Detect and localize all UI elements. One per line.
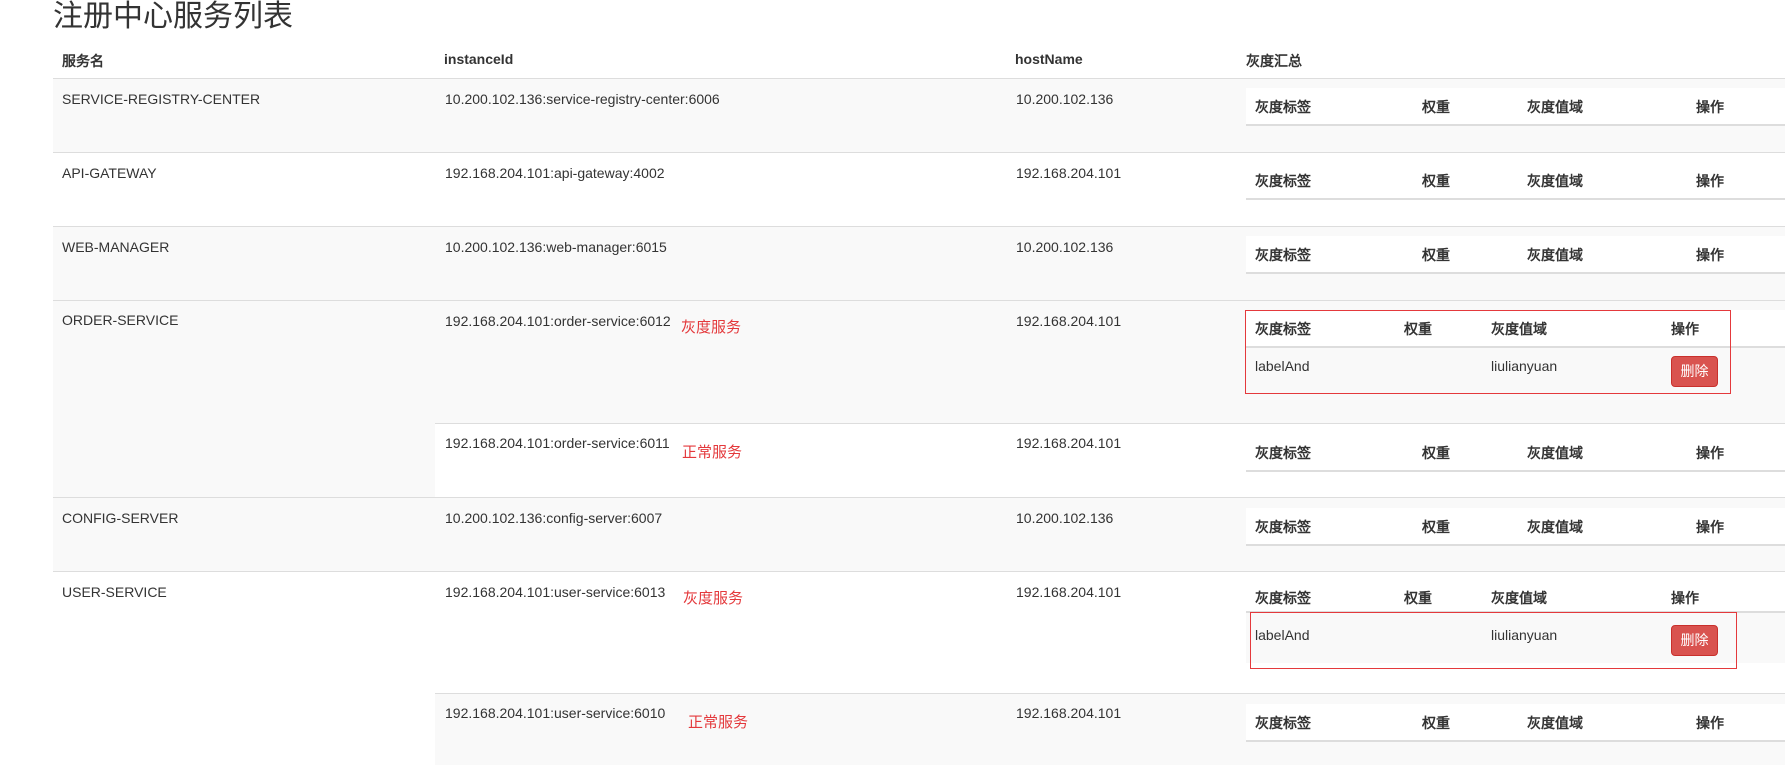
instance-id: 10.200.102.136:service-registry-center:6… (445, 91, 720, 107)
gray-table: 灰度标签 权重 灰度值域 操作 (1246, 236, 1785, 274)
gray-header-action: 操作 (1696, 715, 1724, 731)
host-name: 192.168.204.101 (1016, 165, 1122, 181)
gray-header-weight: 权重 (1422, 519, 1450, 535)
header-service-name: 服务名 (62, 53, 104, 69)
gray-header-range: 灰度值域 (1527, 715, 1583, 731)
gray-header-range: 灰度值域 (1527, 445, 1583, 461)
gray-header-weight: 权重 (1422, 99, 1450, 115)
service-name: USER-SERVICE (62, 584, 167, 600)
header-gray-summary: 灰度汇总 (1246, 53, 1302, 69)
gray-header-label: 灰度标签 (1255, 99, 1311, 115)
highlight-box (1250, 612, 1737, 669)
gray-header-label: 灰度标签 (1255, 247, 1311, 263)
service-name: SERVICE-REGISTRY-CENTER (62, 91, 261, 107)
gray-header-action: 操作 (1696, 519, 1724, 535)
instance-id: 192.168.204.101:user-service:6013 (445, 584, 666, 600)
gray-header-weight: 权重 (1422, 247, 1450, 263)
gray-header-range: 灰度值域 (1527, 247, 1583, 263)
instance-id: 192.168.204.101:order-service:6012 (445, 313, 671, 329)
normal-service-note: 正常服务 (682, 444, 743, 461)
instance-id: 192.168.204.101:order-service:6011 (445, 435, 670, 451)
gray-header-action: 操作 (1696, 445, 1724, 461)
gray-table: 灰度标签 权重 灰度值域 操作 (1246, 508, 1785, 546)
gray-header-action: 操作 (1696, 247, 1724, 263)
gray-header-weight: 权重 (1422, 445, 1450, 461)
gray-header-label: 灰度标签 (1255, 173, 1311, 189)
gray-header-action: 操作 (1671, 590, 1699, 606)
page-title: 注册中心服务列表 (53, 0, 293, 33)
service-name: WEB-MANAGER (62, 239, 170, 255)
host-name: 192.168.204.101 (1016, 313, 1122, 329)
gray-header-range: 灰度值域 (1527, 519, 1583, 535)
highlight-box (1245, 310, 1731, 394)
gray-header-label: 灰度标签 (1255, 445, 1311, 461)
table-header: 服务名 instanceId hostName 灰度汇总 (53, 47, 1785, 80)
service-name: CONFIG-SERVER (62, 510, 179, 526)
normal-service-note: 正常服务 (688, 714, 749, 731)
instance-id: 10.200.102.136:web-manager:6015 (445, 239, 667, 255)
gray-header-range: 灰度值域 (1527, 173, 1583, 189)
instance-id: 192.168.204.101:user-service:6010 (445, 705, 666, 721)
gray-header-action: 操作 (1696, 173, 1724, 189)
row-divider (435, 423, 1785, 424)
service-name: API-GATEWAY (62, 165, 157, 181)
gray-table: 灰度标签 权重 灰度值域 操作 (1246, 581, 1785, 613)
gray-header-label: 灰度标签 (1255, 590, 1311, 606)
gray-table: 灰度标签 权重 灰度值域 操作 (1246, 434, 1785, 472)
host-name: 10.200.102.136 (1016, 510, 1114, 526)
gray-header-range: 灰度值域 (1527, 99, 1583, 115)
gray-table: 灰度标签 权重 灰度值域 操作 (1246, 88, 1785, 126)
gray-table: 灰度标签 权重 灰度值域 操作 (1246, 162, 1785, 200)
gray-header-weight: 权重 (1404, 590, 1432, 606)
host-name: 192.168.204.101 (1016, 584, 1122, 600)
header-instance-id: instanceId (444, 51, 514, 67)
instance-id: 10.200.102.136:config-server:6007 (445, 510, 663, 526)
host-name: 192.168.204.101 (1016, 435, 1122, 451)
gray-service-note: 灰度服务 (681, 319, 742, 336)
gray-header-label: 灰度标签 (1255, 715, 1311, 731)
gray-header-weight: 权重 (1422, 715, 1450, 731)
host-name: 10.200.102.136 (1016, 239, 1114, 255)
service-name: ORDER-SERVICE (62, 312, 179, 328)
service-cell-background (53, 301, 435, 497)
gray-header-action: 操作 (1696, 99, 1724, 115)
gray-header-weight: 权重 (1422, 173, 1450, 189)
header-host-name: hostName (1015, 51, 1083, 67)
gray-header-range: 灰度值域 (1491, 590, 1547, 606)
host-name: 10.200.102.136 (1016, 91, 1114, 107)
host-name: 192.168.204.101 (1016, 705, 1122, 721)
gray-header-label: 灰度标签 (1255, 519, 1311, 535)
gray-service-note: 灰度服务 (683, 590, 744, 607)
gray-table: 灰度标签 权重 灰度值域 操作 (1246, 704, 1785, 742)
instance-id: 192.168.204.101:api-gateway:4002 (445, 165, 665, 181)
